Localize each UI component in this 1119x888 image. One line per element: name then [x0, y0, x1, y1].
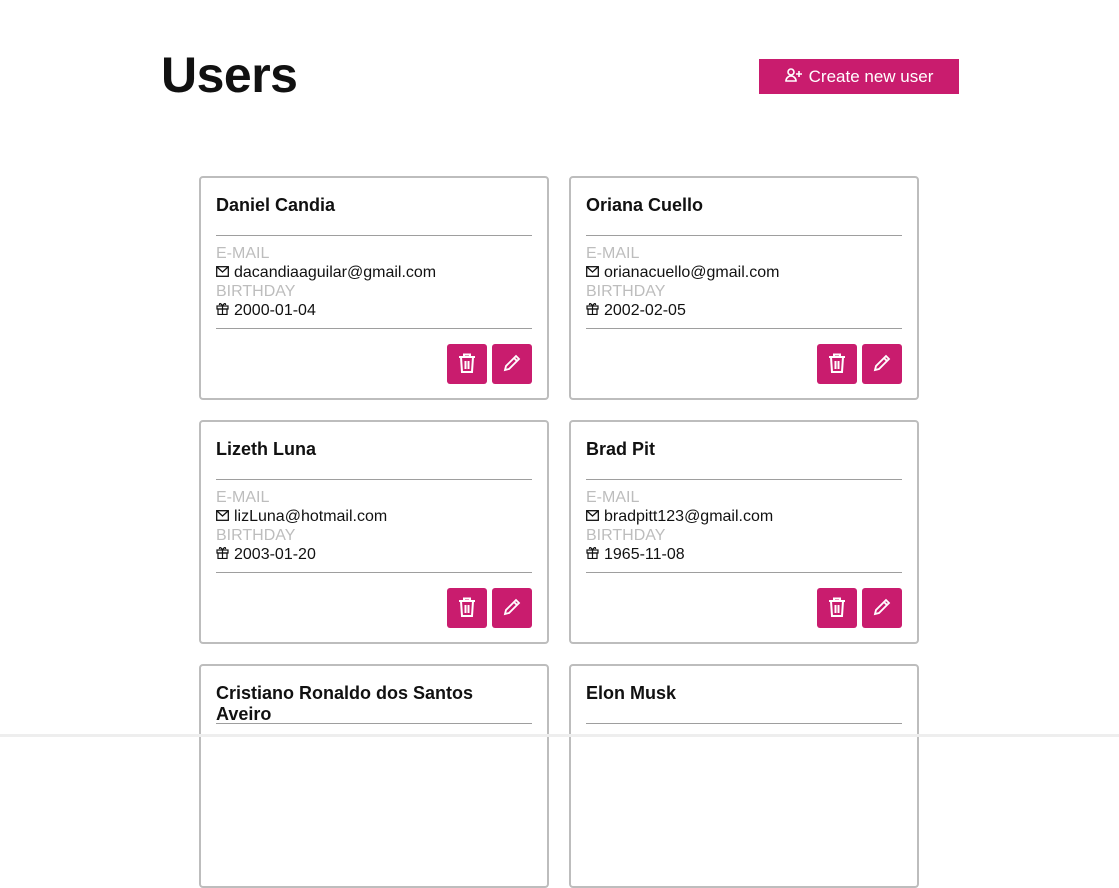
user-email: dacandiaaguilar@gmail.com — [234, 264, 437, 281]
mail-icon — [216, 263, 229, 282]
user-card: Cristiano Ronaldo dos Santos Aveiro — [199, 664, 549, 888]
user-card: Lizeth Luna E-MAIL lizLuna@hotmail.com B… — [199, 420, 549, 644]
pencil-icon — [503, 354, 521, 375]
birthday-label: BIRTHDAY — [216, 283, 296, 300]
delete-user-button[interactable] — [447, 588, 487, 628]
mail-icon — [586, 263, 599, 282]
user-birthday: 2002-02-05 — [604, 302, 686, 319]
gift-icon — [216, 545, 229, 564]
pencil-icon — [503, 598, 521, 619]
user-birthday: 2003-01-20 — [234, 546, 316, 563]
birthday-label: BIRTHDAY — [586, 283, 666, 300]
email-label: E-MAIL — [586, 245, 640, 262]
create-user-label: Create new user — [808, 66, 934, 86]
gift-icon — [586, 301, 599, 320]
delete-user-button[interactable] — [817, 588, 857, 628]
gift-icon — [586, 545, 599, 564]
divider — [216, 328, 532, 329]
user-name: Elon Musk — [586, 683, 677, 703]
user-card-grid: Daniel Candia E-MAIL dacandiaaguilar@gma… — [199, 176, 919, 888]
user-card: Elon Musk — [569, 664, 919, 888]
trash-icon — [828, 353, 846, 376]
edit-user-button[interactable] — [862, 344, 902, 384]
user-birthday: 2000-01-04 — [234, 302, 316, 319]
email-label: E-MAIL — [586, 489, 640, 506]
create-user-button[interactable]: Create new user — [759, 59, 959, 94]
user-birthday: 1965-11-08 — [604, 546, 685, 563]
divider — [586, 328, 902, 329]
user-name: Cristiano Ronaldo dos Santos Aveiro — [216, 683, 474, 724]
user-email: orianacuello@gmail.com — [604, 264, 780, 281]
user-name: Lizeth Luna — [216, 439, 316, 459]
gift-icon — [216, 301, 229, 320]
email-label: E-MAIL — [216, 489, 270, 506]
pencil-icon — [873, 354, 891, 375]
birthday-label: BIRTHDAY — [586, 527, 666, 544]
mail-icon — [586, 507, 599, 526]
edit-user-button[interactable] — [492, 588, 532, 628]
email-label: E-MAIL — [216, 245, 270, 262]
user-name: Brad Pit — [586, 439, 656, 459]
user-plus-icon — [784, 67, 803, 87]
edit-user-button[interactable] — [492, 344, 532, 384]
user-email: lizLuna@hotmail.com — [234, 508, 388, 525]
divider — [216, 572, 532, 573]
divider — [586, 572, 902, 573]
mail-icon — [216, 507, 229, 526]
user-name: Oriana Cuello — [586, 195, 704, 215]
birthday-label: BIRTHDAY — [216, 527, 296, 544]
user-email: bradpitt123@gmail.com — [604, 508, 774, 525]
user-card: Oriana Cuello E-MAIL orianacuello@gmail.… — [569, 176, 919, 400]
pencil-icon — [873, 598, 891, 619]
delete-user-button[interactable] — [817, 344, 857, 384]
edit-user-button[interactable] — [862, 588, 902, 628]
trash-icon — [828, 597, 846, 620]
user-card: Daniel Candia E-MAIL dacandiaaguilar@gma… — [199, 176, 549, 400]
user-card: Brad Pit E-MAIL bradpitt123@gmail.com BI… — [569, 420, 919, 644]
page-title: Users — [161, 47, 298, 103]
user-name: Daniel Candia — [216, 195, 336, 215]
divider — [586, 723, 902, 724]
delete-user-button[interactable] — [447, 344, 487, 384]
trash-icon — [458, 353, 476, 376]
trash-icon — [458, 597, 476, 620]
